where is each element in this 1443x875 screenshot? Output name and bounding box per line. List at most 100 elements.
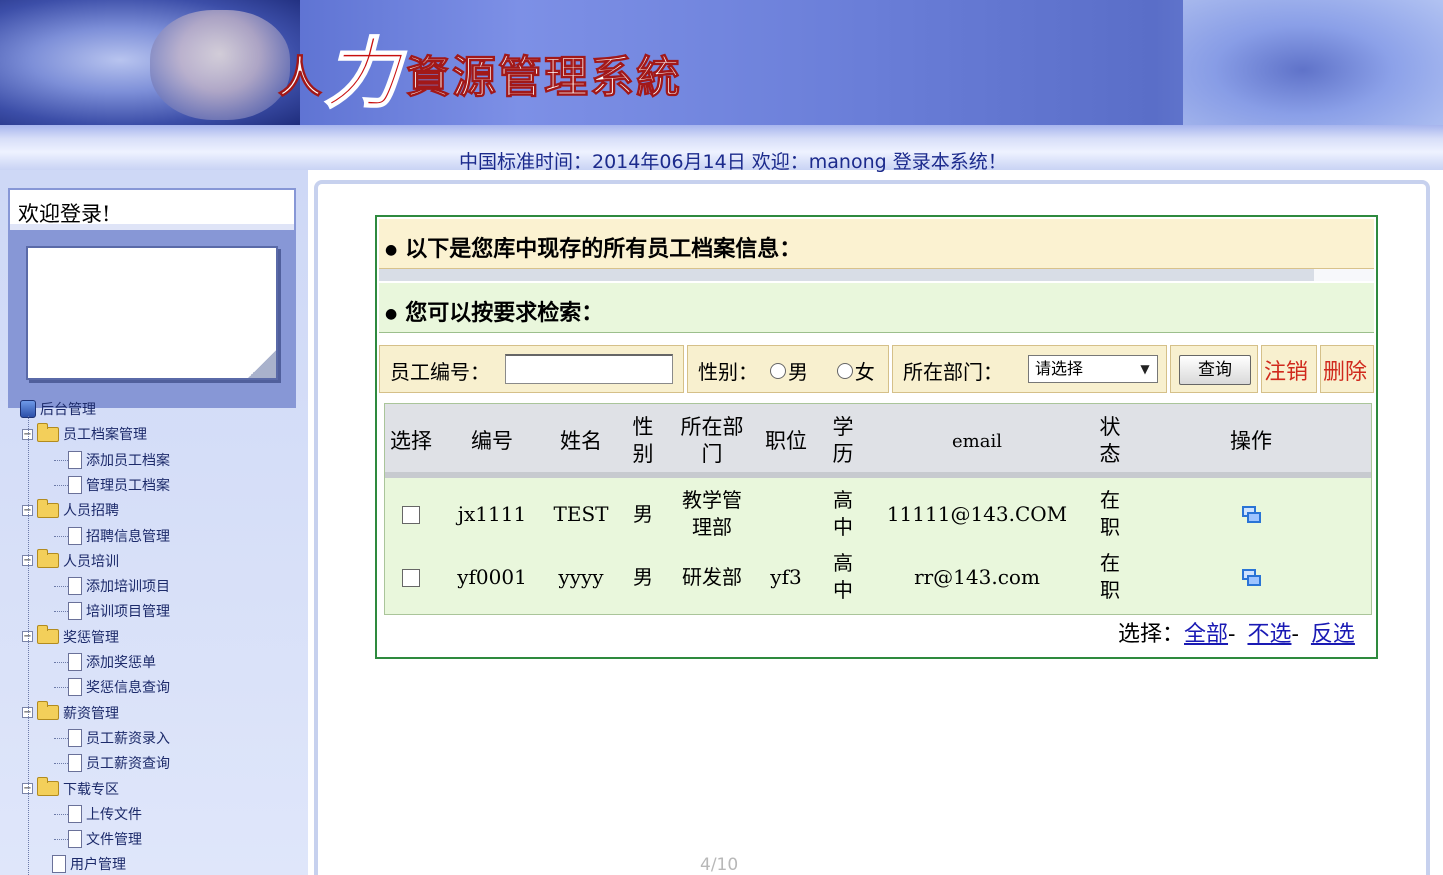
folder-icon bbox=[37, 549, 59, 569]
edit-record-icon[interactable] bbox=[1242, 506, 1262, 524]
gender-label: 性别： bbox=[698, 360, 758, 384]
sidebar-item-label: 人员培训 bbox=[63, 553, 119, 570]
sidebar-item-label: 文件管理 bbox=[86, 832, 142, 849]
sidebar-item[interactable]: − 奖惩管理 bbox=[22, 625, 119, 648]
search-heading-row: ● 您可以按要求检索： bbox=[379, 283, 1374, 333]
chevron-down-icon: ▼ bbox=[1140, 362, 1150, 376]
table-cell: 高中 bbox=[833, 488, 853, 539]
table-cell: jx1111 bbox=[457, 502, 527, 526]
sidebar-item[interactable]: 添加员工档案 bbox=[66, 449, 170, 471]
search-heading: ● 您可以按要求检索： bbox=[385, 300, 604, 326]
sidebar-item[interactable]: 用户管理 bbox=[22, 853, 126, 875]
sidebar-item[interactable]: − 薪资管理 bbox=[22, 701, 119, 724]
gender-radio-group: 男 女 bbox=[770, 356, 875, 385]
page-icon bbox=[68, 678, 82, 697]
tree-connector bbox=[54, 737, 68, 739]
table-row: yf0001 yyyy 男 研发部 yf3 高中 rr@143.com 在职 bbox=[385, 547, 1371, 610]
page-icon bbox=[68, 526, 82, 545]
table-cell: 在职 bbox=[1100, 551, 1120, 602]
tree-connector bbox=[54, 611, 68, 613]
table-row: jx1111 TEST 男 教学管 理部 高中 11111@143.COM 在职 bbox=[385, 484, 1371, 547]
logout-link[interactable]: 注销 bbox=[1264, 354, 1308, 386]
sidebar-item[interactable]: 管理员工档案 bbox=[66, 474, 170, 496]
sidebar-item[interactable]: 后台管理 bbox=[20, 398, 96, 420]
select-all-link[interactable]: 全部 bbox=[1184, 622, 1228, 647]
column-header: 所在部门 bbox=[680, 415, 744, 466]
sidebar-item[interactable]: − 人员培训 bbox=[22, 549, 119, 572]
select-separator: - bbox=[1228, 622, 1236, 647]
sidebar-item[interactable]: 文件管理 bbox=[66, 828, 142, 850]
sidebar-item[interactable]: 员工薪资查询 bbox=[66, 752, 170, 774]
sidebar-item[interactable]: − 人员招聘 bbox=[22, 498, 119, 521]
sidebar-item-label: 薪资管理 bbox=[63, 705, 119, 722]
welcome-panel: 欢迎登录! bbox=[8, 188, 296, 408]
tree-connector bbox=[54, 459, 68, 461]
sidebar-item[interactable]: − 员工档案管理 bbox=[22, 422, 147, 445]
sidebar-item[interactable]: 添加培训项目 bbox=[66, 575, 170, 597]
table-header: 选择 编号 姓名 性别所在部门职位 学历 email 状态 操作 bbox=[385, 404, 1371, 478]
select-invert-link[interactable]: 反选 bbox=[1311, 622, 1355, 647]
select-none-link[interactable]: 不选 bbox=[1247, 622, 1291, 647]
sidebar-item[interactable]: 培训项目管理 bbox=[66, 600, 170, 622]
sidebar-item[interactable]: 添加奖惩单 bbox=[66, 651, 156, 673]
sidebar-item[interactable]: 招聘信息管理 bbox=[66, 525, 170, 547]
table-cell: 男 bbox=[633, 502, 653, 526]
heading-row: ● 以下是您库中现存的所有员工档案信息： bbox=[379, 219, 1374, 269]
folder-icon bbox=[37, 625, 59, 645]
delete-link[interactable]: 删除 bbox=[1323, 354, 1367, 386]
sidebar-item[interactable]: 员工薪资录入 bbox=[66, 727, 170, 749]
page-curl-icon bbox=[248, 350, 276, 378]
page-icon bbox=[68, 804, 82, 823]
status-text: 中国标准时间：2014年06月14日 欢迎：manong 登录本系统！ bbox=[459, 151, 1007, 173]
page-icon bbox=[68, 830, 82, 849]
column-header: 性别 bbox=[632, 415, 654, 466]
edit-record-icon[interactable] bbox=[1242, 569, 1262, 587]
tree-connector bbox=[54, 586, 68, 588]
query-button[interactable]: 查询 bbox=[1179, 355, 1251, 385]
gender-male-label: 男 bbox=[788, 360, 808, 384]
column-header: 姓名 bbox=[560, 429, 602, 453]
page-icon bbox=[68, 475, 82, 494]
gender-male-radio[interactable] bbox=[770, 362, 786, 379]
sidebar-item[interactable]: 奖惩信息查询 bbox=[66, 676, 170, 698]
empid-input[interactable] bbox=[505, 354, 673, 384]
sidebar-item-label: 用户管理 bbox=[70, 857, 126, 874]
table-cell: 男 bbox=[633, 565, 653, 589]
sidebar-item-label: 员工薪资查询 bbox=[86, 756, 170, 773]
sidebar-item-label: 后台管理 bbox=[40, 402, 96, 418]
logout-cell: 注销 bbox=[1261, 345, 1317, 393]
sidebar-item-label: 培训项目管理 bbox=[86, 604, 170, 621]
row-select-checkbox[interactable] bbox=[402, 569, 420, 587]
tree-connector bbox=[54, 813, 68, 815]
table-cell: 研发部 bbox=[682, 565, 742, 589]
header-banner: 人 力 資源管理系統 bbox=[0, 0, 1443, 125]
row-select-checkbox[interactable] bbox=[402, 506, 420, 524]
column-header: 操作 bbox=[1230, 429, 1272, 453]
table-cell: 在职 bbox=[1100, 488, 1120, 539]
sidebar-item-label: 奖惩管理 bbox=[63, 629, 119, 646]
query-cell: 查询 bbox=[1170, 345, 1258, 393]
search-heading-text: 您可以按要求检索： bbox=[405, 300, 604, 326]
column-header: 选择 bbox=[390, 429, 432, 453]
employee-table: 选择 编号 姓名 性别所在部门职位 学历 email 状态 操作 jx1111 TEST 男 教学管… bbox=[384, 403, 1372, 615]
folder-icon bbox=[37, 701, 59, 721]
gender-female-radio[interactable] bbox=[836, 362, 853, 379]
app-title-part1: 人 bbox=[278, 52, 323, 103]
dept-label: 所在部门： bbox=[903, 360, 1003, 384]
column-header: 职位 bbox=[765, 429, 807, 453]
page-icon bbox=[68, 602, 82, 621]
column-header: 学历 bbox=[832, 415, 854, 466]
column-header: 状态 bbox=[1099, 415, 1121, 466]
page-indicator: 4/10 bbox=[700, 855, 739, 875]
tree-connector bbox=[54, 687, 68, 689]
tree-connector bbox=[54, 763, 68, 765]
sidebar-item-label: 上传文件 bbox=[86, 806, 142, 823]
page-icon bbox=[52, 855, 66, 874]
tree-connector bbox=[28, 416, 29, 875]
sidebar-item[interactable]: − 下载专区 bbox=[22, 777, 119, 800]
app-title-part3: 資源管理系統 bbox=[406, 52, 682, 103]
dept-select[interactable]: 请选择 ▼ bbox=[1028, 355, 1158, 383]
sidebar-item[interactable]: 上传文件 bbox=[66, 803, 142, 825]
folder-icon bbox=[37, 777, 59, 796]
app-title: 人 力 資源管理系統 bbox=[278, 22, 682, 113]
